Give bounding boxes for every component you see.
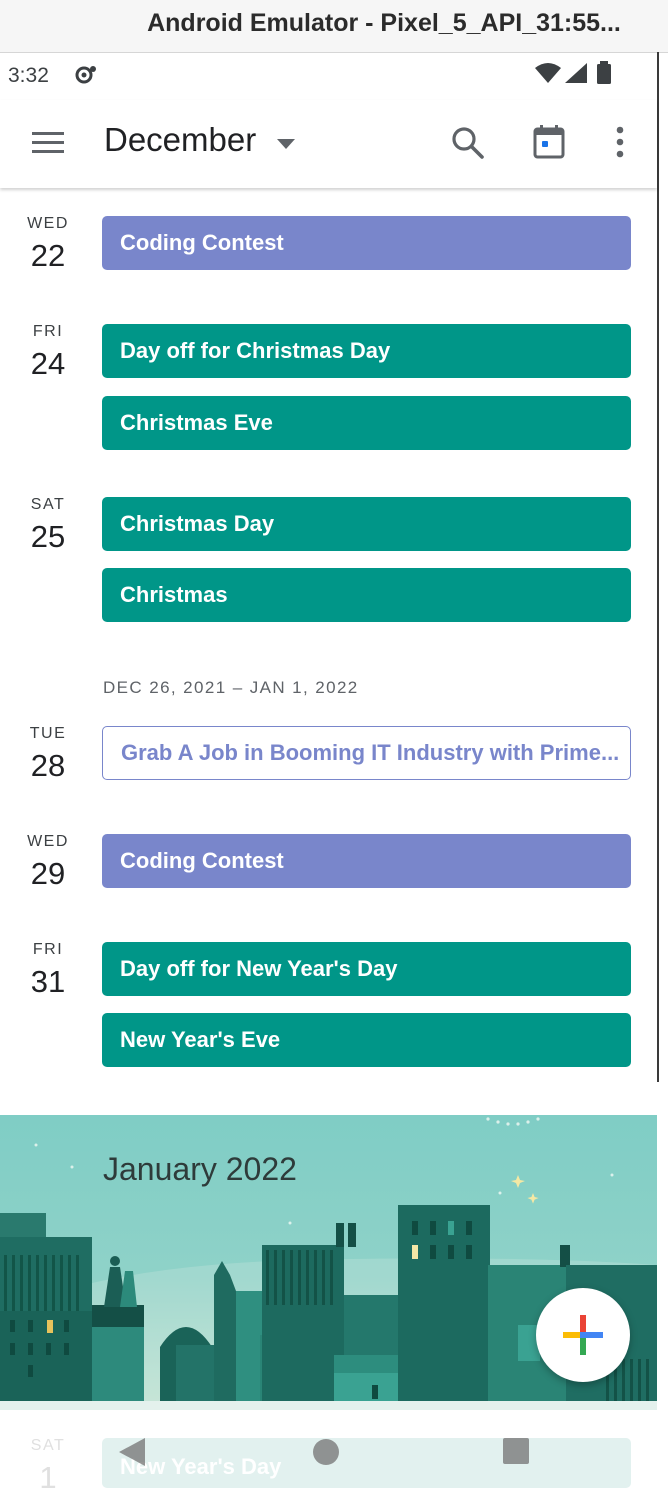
create-event-fab[interactable] [536,1288,630,1382]
day-abbr: FRI [32,323,64,340]
day-abbr: SAT [30,496,66,513]
day-abbr: WED [27,215,69,232]
calendar-today-icon[interactable] [532,124,566,160]
day-abbr: TUE [29,725,67,742]
day-abbr: FRI [32,941,64,958]
event-chip[interactable]: Christmas [102,568,631,622]
event-chip[interactable]: Christmas Day [102,497,631,551]
notification-icon [72,65,98,85]
home-nav-icon[interactable] [312,1438,340,1466]
event-chip[interactable]: Day off for Christmas Day [102,324,631,378]
back-nav-icon[interactable] [118,1437,146,1467]
dropdown-arrow-icon[interactable] [276,138,296,150]
event-chip[interactable]: Christmas Eve [102,396,631,450]
event-chip[interactable]: Grab A Job in Booming IT Industry with P… [102,726,631,780]
status-time: 3:32 [8,64,49,87]
day-number[interactable]: 29 [0,856,96,892]
emulator-window-title: Android Emulator - Pixel_5_API_31:55... [147,9,621,37]
day-number[interactable]: 24 [0,346,96,382]
app-bar: December [0,100,657,188]
day-number[interactable]: 22 [0,238,96,274]
month-title[interactable]: December [104,121,256,159]
day-abbr: SAT [30,1437,66,1454]
wifi-icon [534,62,562,84]
day-number[interactable]: 31 [0,964,96,1000]
google-plus-icon [563,1315,603,1355]
month-banner-title: January 2022 [103,1151,297,1187]
day-number[interactable]: 28 [0,748,96,784]
event-chip[interactable]: New Year's Eve [102,1013,631,1067]
event-chip[interactable]: New Year's Day [102,1438,631,1488]
battery-icon [596,61,612,85]
day-number[interactable]: 25 [0,519,96,555]
emulator-title-bar: Android Emulator - Pixel_5_API_31:55... [0,0,668,53]
event-chip[interactable]: Coding Contest [102,216,631,270]
day-abbr: WED [27,833,69,850]
event-chip[interactable]: Coding Contest [102,834,631,888]
event-chip[interactable]: Day off for New Year's Day [102,942,631,996]
more-vert-icon[interactable] [614,126,626,158]
recents-nav-icon[interactable] [503,1438,529,1464]
signal-icon [564,62,588,84]
day-number[interactable]: 1 [0,1460,96,1496]
emulator-frame-edge [657,52,659,1082]
search-icon[interactable] [451,126,485,160]
hamburger-menu-icon[interactable] [32,130,64,154]
week-range-header: DEC 26, 2021 – JAN 1, 2022 [103,678,359,697]
